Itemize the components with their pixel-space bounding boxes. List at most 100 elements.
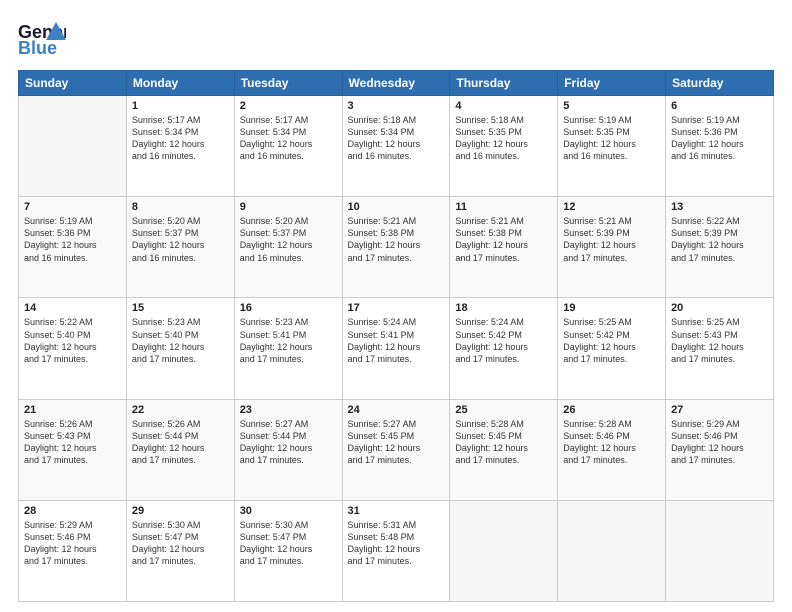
cell-info: Sunrise: 5:31 AM Sunset: 5:48 PM Dayligh… [348,519,445,568]
day-number: 3 [348,100,445,112]
calendar-cell: 14Sunrise: 5:22 AM Sunset: 5:40 PM Dayli… [19,298,127,399]
day-number: 2 [240,100,337,112]
calendar-cell [450,500,558,601]
calendar-cell: 21 Sunrise: 5:26 AM Sunset: 5:43 PM Dayli… [19,399,127,500]
day-number: 6 [671,100,768,112]
cell-info: Sunrise: 5:18 AM Sunset: 5:34 PM Dayligh… [348,114,445,163]
calendar-cell: 6 Sunrise: 5:19 AM Sunset: 5:36 PM Daylig… [666,96,774,197]
day-number: 8 [132,201,229,213]
day-number: 25 [455,404,552,416]
calendar-cell: 8 Sunrise: 5:20 AM Sunset: 5:37 PM Daylig… [126,197,234,298]
calendar-cell: 25Sunrise: 5:28 AM Sunset: 5:45 PM Dayli… [450,399,558,500]
logo-icon: General Blue [18,18,66,60]
calendar-cell: 13Sunrise: 5:22 AM Sunset: 5:39 PM Dayli… [666,197,774,298]
calendar-cell: 24 Sunrise: 5:27 AM Sunset: 5:45 PM Dayli… [342,399,450,500]
day-number: 28 [24,505,121,517]
cell-info: Sunrise: 5:17 AM Sunset: 5:34 PM Dayligh… [132,114,229,163]
cell-info: Sunrise: 5:20 AM Sunset: 5:37 PM Dayligh… [132,215,229,264]
calendar-cell [558,500,666,601]
cell-info: Sunrise: 5:18 AM Sunset: 5:35 PM Dayligh… [455,114,552,163]
calendar-cell: 20 Sunrise: 5:25 AM Sunset: 5:43 PM Dayli… [666,298,774,399]
calendar-body: 1 Sunrise: 5:17 AM Sunset: 5:34 PM Daylig… [19,96,774,602]
calendar-cell: 26 Sunrise: 5:28 AM Sunset: 5:46 PM Dayli… [558,399,666,500]
day-number: 20 [671,302,768,314]
cell-info: Sunrise: 5:24 AM Sunset: 5:42 PM Dayligh… [455,316,552,365]
calendar-table: SundayMondayTuesdayWednesdayThursdayFrid… [18,70,774,602]
calendar-cell: 17 Sunrise: 5:24 AM Sunset: 5:41 PM Dayli… [342,298,450,399]
day-number: 15 [132,302,229,314]
cell-info: Sunrise: 5:29 AM Sunset: 5:46 PM Dayligh… [24,519,121,568]
cell-info: Sunrise: 5:23 AM Sunset: 5:41 PM Dayligh… [240,316,337,365]
header: General Blue [18,18,774,60]
day-number: 9 [240,201,337,213]
day-number: 17 [348,302,445,314]
cell-info: Sunrise: 5:21 AM Sunset: 5:38 PM Dayligh… [455,215,552,264]
day-header-sunday: Sunday [19,71,127,96]
calendar-cell: 5 Sunrise: 5:19 AM Sunset: 5:35 PM Daylig… [558,96,666,197]
calendar-cell: 1 Sunrise: 5:17 AM Sunset: 5:34 PM Daylig… [126,96,234,197]
cell-info: Sunrise: 5:25 AM Sunset: 5:43 PM Dayligh… [671,316,768,365]
calendar-cell [666,500,774,601]
calendar-cell: 30 Sunrise: 5:30 AM Sunset: 5:47 PM Dayli… [234,500,342,601]
day-header-wednesday: Wednesday [342,71,450,96]
cell-info: Sunrise: 5:27 AM Sunset: 5:45 PM Dayligh… [348,418,445,467]
calendar-cell: 4 Sunrise: 5:18 AM Sunset: 5:35 PM Daylig… [450,96,558,197]
cell-info: Sunrise: 5:22 AM Sunset: 5:40 PM Dayligh… [24,316,121,365]
cell-info: Sunrise: 5:23 AM Sunset: 5:40 PM Dayligh… [132,316,229,365]
day-number: 4 [455,100,552,112]
day-number: 24 [348,404,445,416]
calendar-cell: 3 Sunrise: 5:18 AM Sunset: 5:34 PM Daylig… [342,96,450,197]
page: General Blue SundayMondayTuesdayWednesda… [0,0,792,612]
calendar-cell: 19 Sunrise: 5:25 AM Sunset: 5:42 PM Dayli… [558,298,666,399]
calendar-cell: 9 Sunrise: 5:20 AM Sunset: 5:37 PM Daylig… [234,197,342,298]
cell-info: Sunrise: 5:26 AM Sunset: 5:43 PM Dayligh… [24,418,121,467]
calendar-cell: 29 Sunrise: 5:30 AM Sunset: 5:47 PM Dayli… [126,500,234,601]
cell-info: Sunrise: 5:20 AM Sunset: 5:37 PM Dayligh… [240,215,337,264]
cell-info: Sunrise: 5:24 AM Sunset: 5:41 PM Dayligh… [348,316,445,365]
cell-info: Sunrise: 5:25 AM Sunset: 5:42 PM Dayligh… [563,316,660,365]
day-number: 26 [563,404,660,416]
week-row-3: 21 Sunrise: 5:26 AM Sunset: 5:43 PM Dayli… [19,399,774,500]
calendar-cell: 18Sunrise: 5:24 AM Sunset: 5:42 PM Dayli… [450,298,558,399]
day-number: 7 [24,201,121,213]
day-number: 1 [132,100,229,112]
logo: General Blue [18,18,66,60]
cell-info: Sunrise: 5:29 AM Sunset: 5:46 PM Dayligh… [671,418,768,467]
cell-info: Sunrise: 5:19 AM Sunset: 5:35 PM Dayligh… [563,114,660,163]
day-number: 31 [348,505,445,517]
day-number: 30 [240,505,337,517]
cell-info: Sunrise: 5:30 AM Sunset: 5:47 PM Dayligh… [240,519,337,568]
svg-text:Blue: Blue [18,38,57,58]
cell-info: Sunrise: 5:26 AM Sunset: 5:44 PM Dayligh… [132,418,229,467]
cell-info: Sunrise: 5:22 AM Sunset: 5:39 PM Dayligh… [671,215,768,264]
calendar-cell: 15 Sunrise: 5:23 AM Sunset: 5:40 PM Dayli… [126,298,234,399]
calendar-cell: 23 Sunrise: 5:27 AM Sunset: 5:44 PM Dayli… [234,399,342,500]
day-number: 16 [240,302,337,314]
calendar-cell: 22Sunrise: 5:26 AM Sunset: 5:44 PM Dayli… [126,399,234,500]
day-header-monday: Monday [126,71,234,96]
day-number: 12 [563,201,660,213]
day-number: 29 [132,505,229,517]
calendar-cell: 12 Sunrise: 5:21 AM Sunset: 5:39 PM Dayli… [558,197,666,298]
day-number: 19 [563,302,660,314]
day-number: 10 [348,201,445,213]
cell-info: Sunrise: 5:19 AM Sunset: 5:36 PM Dayligh… [24,215,121,264]
cell-info: Sunrise: 5:30 AM Sunset: 5:47 PM Dayligh… [132,519,229,568]
cell-info: Sunrise: 5:21 AM Sunset: 5:38 PM Dayligh… [348,215,445,264]
days-header-row: SundayMondayTuesdayWednesdayThursdayFrid… [19,71,774,96]
calendar-cell: 11Sunrise: 5:21 AM Sunset: 5:38 PM Dayli… [450,197,558,298]
day-number: 23 [240,404,337,416]
cell-info: Sunrise: 5:21 AM Sunset: 5:39 PM Dayligh… [563,215,660,264]
cell-info: Sunrise: 5:28 AM Sunset: 5:46 PM Dayligh… [563,418,660,467]
cell-info: Sunrise: 5:19 AM Sunset: 5:36 PM Dayligh… [671,114,768,163]
day-header-thursday: Thursday [450,71,558,96]
day-number: 5 [563,100,660,112]
day-header-saturday: Saturday [666,71,774,96]
calendar-cell: 28 Sunrise: 5:29 AM Sunset: 5:46 PM Dayli… [19,500,127,601]
calendar-cell: 7 Sunrise: 5:19 AM Sunset: 5:36 PM Daylig… [19,197,127,298]
day-number: 21 [24,404,121,416]
day-header-tuesday: Tuesday [234,71,342,96]
calendar-cell: 27Sunrise: 5:29 AM Sunset: 5:46 PM Dayli… [666,399,774,500]
cell-info: Sunrise: 5:27 AM Sunset: 5:44 PM Dayligh… [240,418,337,467]
week-row-4: 28 Sunrise: 5:29 AM Sunset: 5:46 PM Dayli… [19,500,774,601]
